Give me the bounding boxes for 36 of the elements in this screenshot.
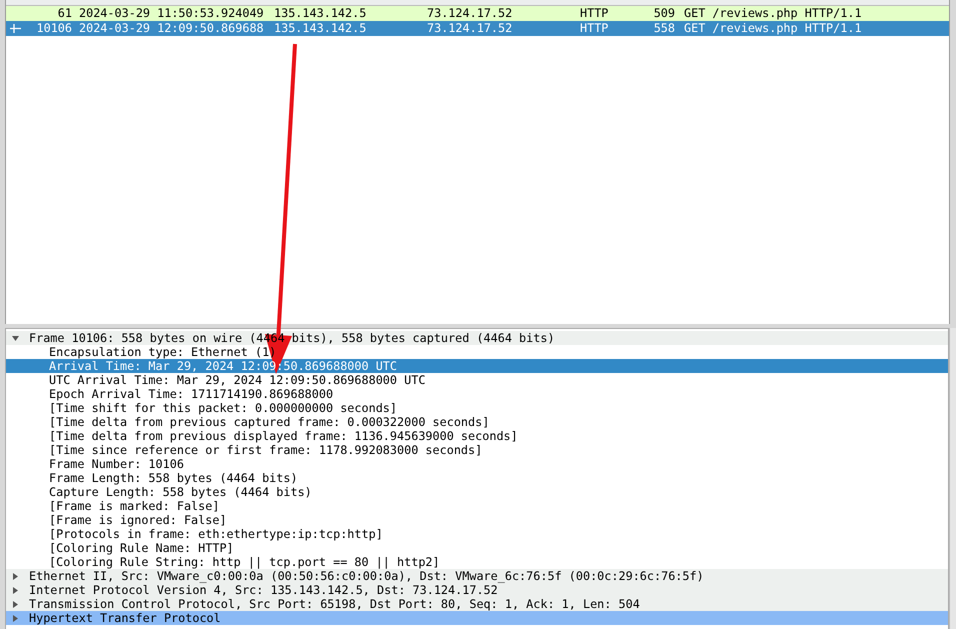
detail-field[interactable]: [Time delta from previous displayed frame: 1136.945639000 seconds] — [49, 429, 518, 443]
expand-triangle-icon[interactable] — [12, 586, 19, 594]
detail-field[interactable]: Epoch Arrival Time: 1711714190.869688000 — [49, 387, 334, 401]
detail-field[interactable]: [Frame is marked: False] — [49, 499, 220, 513]
detail-field[interactable]: [Frame is ignored: False] — [49, 513, 227, 527]
detail-field[interactable]: [Time delta from previous captured frame: 0.000322000 seconds] — [49, 415, 490, 429]
packet-row[interactable]: 10106 2024-03-29 12:09:50.869688 135.143.142.5 73.124.17.52 HTTP 558 GET /reviews.php HTTP/1.1 — [6, 21, 949, 36]
scrollbar[interactable] — [949, 328, 956, 629]
table-cell: 2024-03-29 12:09:50.869688 — [79, 21, 264, 35]
table-cell: 2024-03-29 11:50:53.924049 — [79, 6, 264, 20]
detail-field[interactable]: Capture Length: 558 bytes (4464 bits) — [49, 485, 312, 499]
detail-field[interactable]: [Coloring Rule Name: HTTP] — [49, 541, 234, 555]
expand-triangle-icon[interactable] — [12, 600, 19, 608]
table-cell: 135.143.142.5 — [274, 6, 366, 20]
table-cell: 509 — [654, 6, 675, 20]
collapse-triangle-icon[interactable] — [12, 334, 19, 342]
table-cell: 61 — [58, 6, 72, 21]
detail-field[interactable]: [Coloring Rule String: http || tcp.port == 80 || http2] — [49, 555, 440, 569]
table-cell: 558 — [654, 21, 675, 35]
detail-field[interactable]: Frame Length: 558 bytes (4464 bits) — [49, 471, 298, 485]
table-cell: 135.143.142.5 — [274, 21, 366, 35]
table-cell: 73.124.17.52 — [427, 6, 512, 20]
detail-field[interactable]: [Protocols in frame: eth:ethertype:ip:tcp:http] — [49, 527, 383, 541]
detail-field[interactable]: Frame Number: 10106 — [49, 457, 184, 471]
table-cell: 73.124.17.52 — [427, 21, 512, 35]
detail-field[interactable]: UTC Arrival Time: Mar 29, 2024 12:09:50.869688000 UTC — [49, 373, 426, 387]
expand-triangle-icon[interactable] — [12, 614, 19, 622]
table-cell: HTTP — [580, 6, 608, 20]
packet-row[interactable]: 61 2024-03-29 11:50:53.924049 135.143.142.5 73.124.17.52 HTTP 509 GET /reviews.php HTTP/1.1 — [6, 6, 949, 21]
table-cell: 10106 — [36, 21, 72, 36]
table-cell: GET /reviews.php HTTP/1.1 — [684, 6, 862, 20]
detail-field[interactable]: [Time shift for this packet: 0.000000000 seconds] — [49, 401, 398, 415]
detail-field[interactable]: [Time since reference or first frame: 1178.992083000 seconds] — [49, 443, 482, 457]
expand-triangle-icon[interactable] — [12, 572, 19, 580]
table-cell: GET /reviews.php HTTP/1.1 — [684, 21, 862, 35]
table-cell: HTTP — [580, 21, 608, 35]
